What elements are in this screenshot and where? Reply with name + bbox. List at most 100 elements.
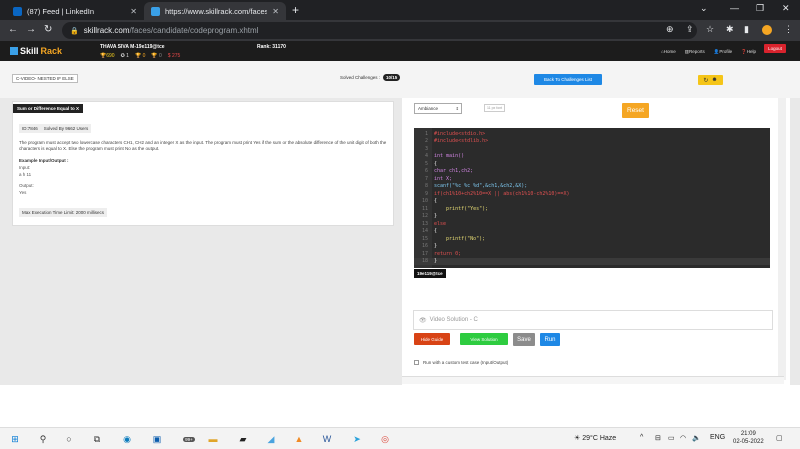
nav-reports[interactable]: ▥Reports [685,49,705,55]
close-icon[interactable]: ✕ [272,7,279,16]
restore-icon[interactable]: ❐ [756,3,764,14]
edge-icon[interactable]: ◉ [120,432,134,446]
code-line[interactable]: 6 char ch1,ch2; [414,168,770,176]
code-line[interactable]: 14 { [414,228,770,236]
clock-date: 02-05-2022 [733,439,764,445]
profile-avatar[interactable] [762,25,772,35]
store-icon[interactable]: ▣ [150,432,164,446]
code-text: #include<stdio.h> [434,130,486,137]
weather[interactable]: ☀ 29°C Haze [574,434,616,442]
code-line[interactable]: 4 int main() [414,153,770,161]
code-line[interactable]: 1 #include<stdio.h> [414,130,770,138]
code-line[interactable]: 5{ [414,160,770,168]
font-size-select[interactable]: 11 px font [484,104,506,112]
code-text: } [434,258,438,265]
tab-skillrack[interactable]: https://www.skillrack.com/faces/ca ✕ [144,2,286,20]
back-to-challenges-button[interactable]: Back To Challenges List [534,74,602,85]
line-number: 2 [424,138,428,145]
minimize-icon[interactable]: — [730,3,739,13]
telegram-icon[interactable]: ➤ [350,432,364,446]
zoom-icon[interactable]: ⊕ [666,24,674,35]
solved-challenges: Solved Challenges : 10/15 [340,74,401,81]
url-host: skillrack.com [83,26,130,35]
horizontal-scrollbar[interactable] [402,376,784,384]
wifi-icon[interactable]: ◠ [680,434,686,442]
code-line[interactable]: 18} [414,257,770,265]
gold-stat: ✪ 1 [120,53,129,59]
word-icon[interactable]: W [320,432,334,446]
linkedin-icon [13,6,22,16]
notepad-icon[interactable]: ◢ [264,432,278,446]
notifications-icon[interactable]: ▢ [776,434,783,442]
battery-icon[interactable]: ▭ [668,434,675,442]
reset-button[interactable]: Reset [622,103,649,118]
cortana-icon[interactable]: ○ [62,432,76,446]
site-header: Skill Rack THAVA SIVA M-19e119@tce 🏆690 ✪… [0,41,800,61]
nav-home[interactable]: ⌂Home [661,49,676,55]
new-tab-icon[interactable]: + [292,3,299,17]
code-line[interactable]: 10 { [414,198,770,206]
run-button[interactable]: Run [540,333,560,346]
code-line[interactable]: 3 [414,145,770,153]
close-icon[interactable]: ✕ [130,7,137,16]
nav-profile[interactable]: 👤Profile [714,49,732,55]
skillrack-logo[interactable]: Skill Rack [10,46,62,56]
save-button[interactable]: Save [513,333,535,346]
line-number: 13 [421,220,428,227]
score-widget[interactable]: ↻ ☻ [698,75,723,85]
terminal-icon[interactable]: ▰ [236,432,250,446]
code-line[interactable]: 9 if(ch1%10+ch2%10==X || abs(ch1%10-ch2%1… [414,190,770,198]
video-solution-bar[interactable]: 👁 Video Solution - C [413,310,773,330]
view-solution-button[interactable]: View Solution [460,333,508,345]
code-line[interactable]: 13 else [414,220,770,228]
eye-icon: 👁 [419,317,427,324]
tray-chevron-icon[interactable]: ^ [640,434,643,441]
file-explorer-icon[interactable]: ▬ [206,432,220,446]
tab-linkedin[interactable]: (87) Feed | LinkedIn ✕ [6,2,144,20]
bookmark-star-icon[interactable]: ☆ [706,24,714,35]
mail-icon[interactable]: 99+ [178,432,200,446]
clock[interactable]: 21:09 02-05-2022 [733,430,764,446]
back-arrow-icon[interactable]: ← [8,24,18,35]
line-number: 4 [424,153,428,160]
code-editor[interactable]: 1 #include<stdio.h> 2 #include<stdlib.h> 3 4 i… [414,128,770,268]
code-line[interactable]: 2 #include<stdlib.h> [414,138,770,146]
code-line[interactable]: 7 int X; [414,175,770,183]
vlc-icon[interactable]: ▲ [292,432,306,446]
code-line[interactable]: 12} [414,213,770,221]
theme-select[interactable]: Ambiance ⇕ [414,103,462,114]
logout-button[interactable]: Logout [764,44,786,53]
windows-start-icon[interactable]: ⊞ [8,432,22,446]
code-text: else [434,220,447,227]
tab-search-icon[interactable]: ⌄ [700,3,708,14]
line-number: 5 [424,160,428,167]
code-line[interactable]: 8 scanf("%c %c %d",&ch1,&ch2,&X); [414,183,770,191]
menu-kebab-icon[interactable]: ⋮ [784,24,793,35]
code-line[interactable]: 17 return 0; [414,250,770,258]
custom-test-checkbox[interactable] [414,360,419,365]
volume-icon[interactable]: 🔈 [692,434,701,442]
extensions-icon[interactable]: ✱ [726,24,734,35]
code-line[interactable]: 11 printf("Yes"); [414,205,770,213]
nav-help[interactable]: ❓Help [741,49,756,55]
window-close-icon[interactable]: ✕ [782,3,790,14]
code-text: } [434,213,438,220]
problem-meta: ID:7846 Solved By 9662 Users [19,124,92,133]
vertical-scrollbar[interactable] [778,98,786,380]
sidepanel-icon[interactable]: ▮ [744,24,749,35]
tab-title: https://www.skillrack.com/faces/ca [165,6,268,16]
network-icon[interactable]: ⊟ [655,434,661,442]
hide-guide-button[interactable]: Hide Guide [414,333,450,345]
code-line[interactable]: 15 printf("No"); [414,235,770,243]
chrome-icon[interactable]: ◎ [378,432,392,446]
code-line[interactable]: 16} [414,243,770,251]
search-icon[interactable]: ⚲ [36,432,50,446]
share-icon[interactable]: ⇪ [686,24,694,35]
forward-arrow-icon[interactable]: → [26,24,36,35]
url-bar[interactable]: 🔒 skillrack.com/faces/candidate/codeprog… [62,22,697,39]
custom-test-row[interactable]: Run with a custom test case (Input/Outpu… [414,360,508,365]
task-view-icon[interactable]: ⧉ [90,432,104,446]
smiley-icon: ☻ [711,77,718,83]
reload-icon[interactable]: ↻ [44,24,52,35]
language-indicator[interactable]: ENG [710,434,725,441]
